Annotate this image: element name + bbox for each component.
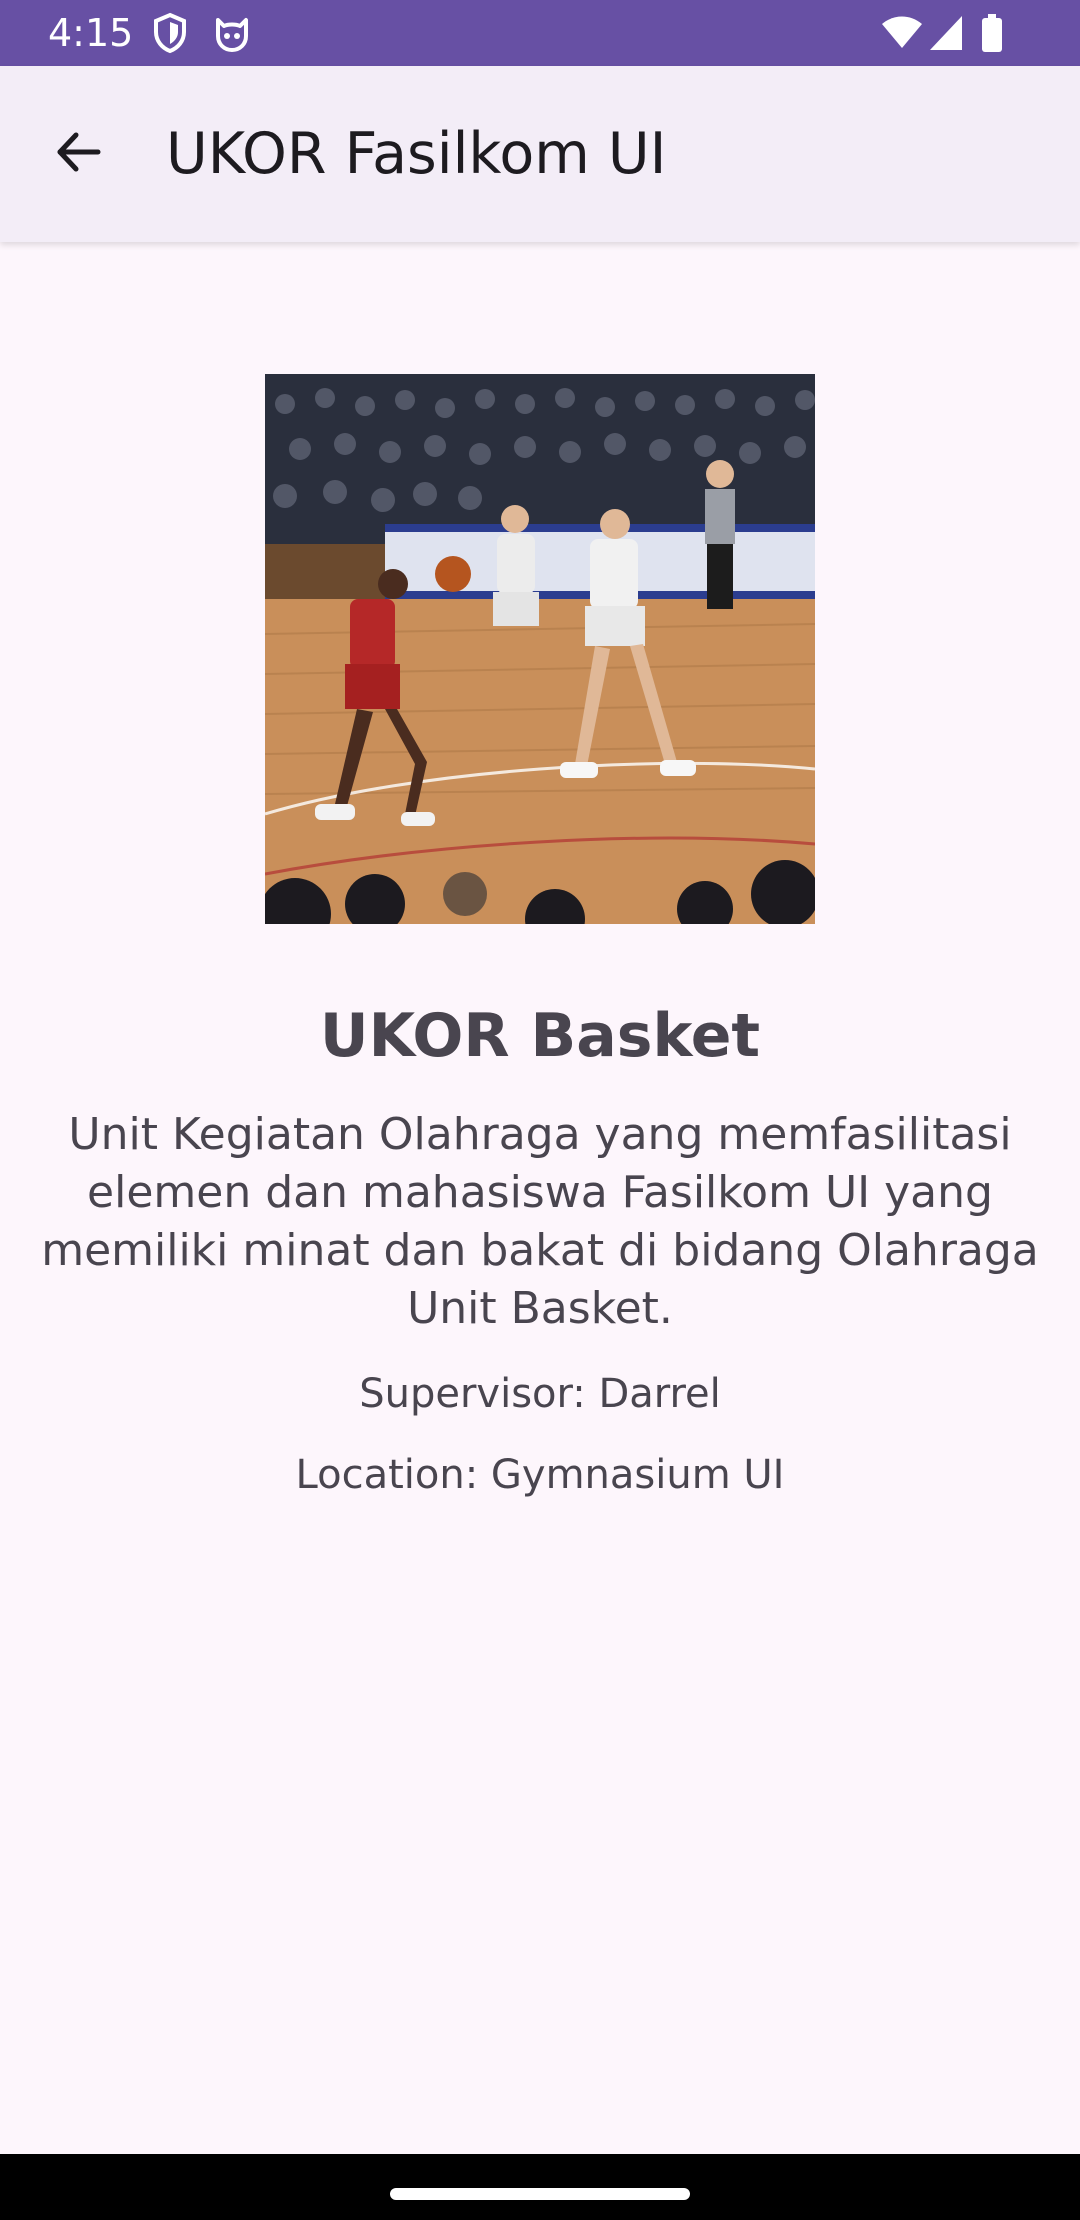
club-location: Location: Gymnasium UI xyxy=(295,1452,785,1498)
club-image xyxy=(265,374,815,924)
club-description: Unit Kegiatan Olahraga yang memfasilitas… xyxy=(41,1109,1039,1334)
signal-icon xyxy=(928,12,964,54)
back-button[interactable] xyxy=(34,110,122,198)
cat-icon xyxy=(212,12,252,54)
detail-screen: 4:15 UKOR Fasilkom UI UKOR Basket Unit K… xyxy=(0,0,1080,2220)
arrow-back-icon xyxy=(52,126,104,182)
app-bar-title: UKOR Fasilkom UI xyxy=(166,121,667,187)
status-time: 4:15 xyxy=(48,11,134,55)
top-app-bar: UKOR Fasilkom UI xyxy=(0,66,1080,242)
home-gesture-handle[interactable] xyxy=(390,2188,690,2200)
wifi-icon xyxy=(880,12,924,54)
status-bar: 4:15 xyxy=(0,0,1080,66)
club-supervisor: Supervisor: Darrel xyxy=(359,1371,721,1417)
battery-icon xyxy=(980,12,1004,54)
club-name: UKOR Basket xyxy=(319,1001,761,1071)
shield-icon xyxy=(152,12,188,54)
navigation-bar xyxy=(0,2154,1080,2220)
